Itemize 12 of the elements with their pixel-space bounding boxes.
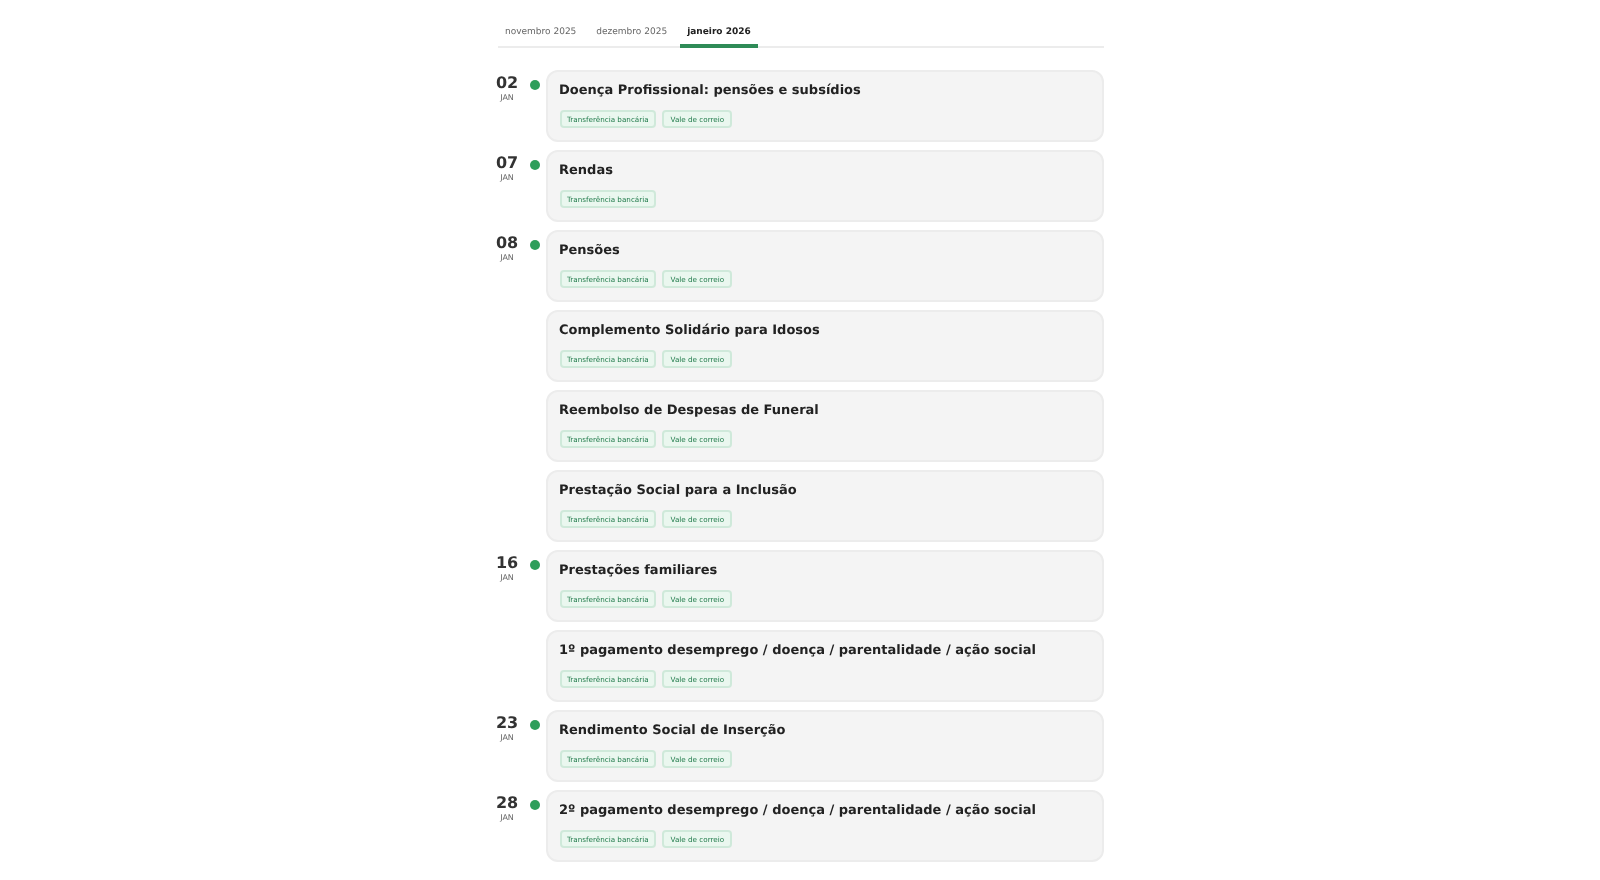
timeline-dot <box>529 80 539 90</box>
timeline-dot <box>529 160 539 170</box>
day-number: 23 <box>495 716 519 732</box>
day-number: 08 <box>495 236 519 252</box>
day-number: 28 <box>495 796 519 812</box>
day-number: 02 <box>495 76 519 92</box>
timeline-dot <box>529 720 539 730</box>
day-number: 07 <box>495 156 519 172</box>
timeline-dot <box>529 560 539 570</box>
day-number: 16 <box>495 556 519 572</box>
timeline-dot <box>529 240 539 250</box>
timeline-dot <box>529 800 539 810</box>
